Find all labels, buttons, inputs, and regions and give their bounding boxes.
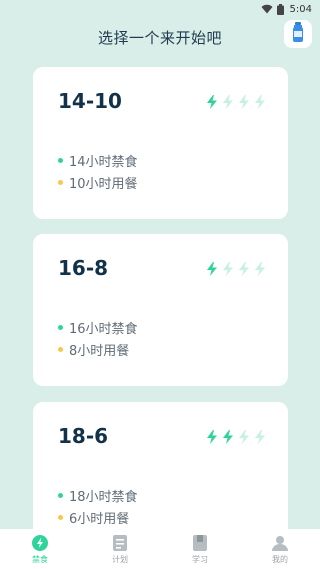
nav-item-3[interactable]: 我的 <box>250 534 310 565</box>
eating-duration: 10小时用餐 <box>58 171 138 193</box>
bolt-active-icon <box>206 430 218 444</box>
plan-icon <box>113 534 127 552</box>
book-icon <box>193 534 207 552</box>
fasting-duration: 14小时禁食 <box>58 149 138 171</box>
bolt-inactive-icon <box>222 262 234 276</box>
eating-duration: 8小时用餐 <box>58 338 138 360</box>
battery-icon <box>276 3 284 15</box>
fasting-dot <box>58 492 63 498</box>
bolt-inactive-icon <box>254 95 266 109</box>
eating-dot <box>58 346 63 352</box>
eating-duration: 6小时用餐 <box>58 506 138 528</box>
fasting-text: 16小时禁食 <box>69 321 138 337</box>
fasting-text: 14小时禁食 <box>69 154 138 170</box>
difficulty-rating <box>206 262 266 276</box>
bolt-icon <box>32 534 48 552</box>
fasting-dot <box>58 157 63 163</box>
bolt-active-icon <box>206 95 218 109</box>
bolt-inactive-icon <box>238 430 250 444</box>
eating-text: 10小时用餐 <box>69 176 138 192</box>
plan-name: 14-10 <box>58 89 122 113</box>
eating-dot <box>58 179 63 185</box>
bolt-active-icon <box>206 262 218 276</box>
bolt-active-icon <box>222 430 234 444</box>
fasting-duration: 18小时禁食 <box>58 484 138 506</box>
plan-name: 18-6 <box>58 424 109 448</box>
nav-label: 我的 <box>272 554 288 564</box>
plan-card[interactable]: 16-8 16小时禁食 8小时用餐 <box>33 234 288 386</box>
water-bottle-icon <box>291 22 305 46</box>
plan-card[interactable]: 14-10 14小时禁食 10小时用餐 <box>33 67 288 219</box>
page-title: 选择一个来开始吧 <box>97 28 222 47</box>
nav-label: 学习 <box>192 554 208 564</box>
profile-icon <box>272 534 288 552</box>
fasting-dot <box>58 324 63 330</box>
nav-item-1[interactable]: 计划 <box>90 534 150 565</box>
page-header: 选择一个来开始吧 <box>0 22 320 52</box>
nav-item-0[interactable]: 禁食 <box>10 534 70 565</box>
eating-text: 6小时用餐 <box>69 511 130 527</box>
eating-text: 8小时用餐 <box>69 343 130 359</box>
fasting-duration: 16小时禁食 <box>58 316 138 338</box>
bolt-inactive-icon <box>238 95 250 109</box>
status-bar: 5:04 <box>0 0 320 18</box>
water-bottle-button[interactable] <box>284 20 312 48</box>
bolt-inactive-icon <box>238 262 250 276</box>
wifi-icon <box>261 4 273 14</box>
status-time: 5:04 <box>289 3 312 15</box>
bolt-inactive-icon <box>254 430 266 444</box>
bolt-inactive-icon <box>222 95 234 109</box>
difficulty-rating <box>206 95 266 109</box>
bolt-inactive-icon <box>254 262 266 276</box>
fasting-text: 18小时禁食 <box>69 489 138 505</box>
nav-label: 禁食 <box>32 554 48 564</box>
plan-name: 16-8 <box>58 256 109 280</box>
eating-dot <box>58 514 63 520</box>
nav-item-2[interactable]: 学习 <box>170 534 230 565</box>
bottom-nav: 禁食 计划 学习 我的 <box>0 529 320 569</box>
difficulty-rating <box>206 430 266 444</box>
nav-label: 计划 <box>112 554 128 564</box>
